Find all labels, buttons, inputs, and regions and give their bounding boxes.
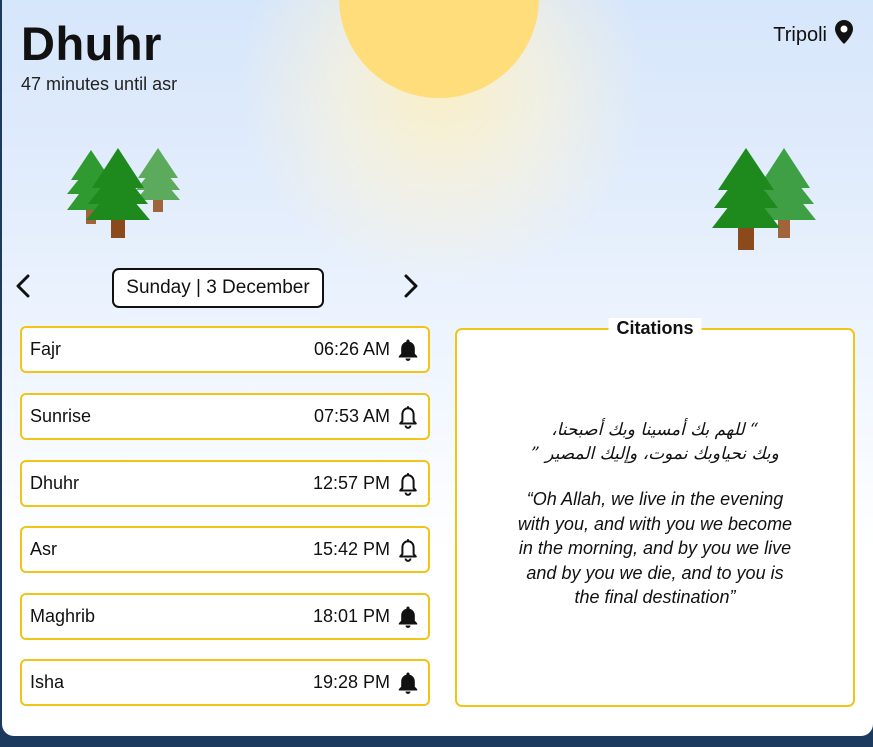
bell-filled-icon[interactable] <box>396 671 420 695</box>
prayer-name: Sunrise <box>30 406 92 426</box>
prayer-row-dhuhr: Dhuhr 12:57 PM <box>20 460 430 507</box>
arabic-citation-line: “ للهم بك أمسينا وبك أصبحنا، <box>551 420 759 440</box>
prayer-row-maghrib: Maghrib 18:01 PM <box>20 593 430 640</box>
prayer-time: 12:57 PM <box>312 473 390 493</box>
prayer-time: 06:26 AM <box>313 339 390 359</box>
countdown-text: 47 minutes until asr <box>21 74 178 94</box>
trees-left-illustration <box>67 148 180 238</box>
english-citation: “Oh Allah, we live in the evening with y… <box>517 489 793 607</box>
current-prayer-title: Dhuhr <box>21 17 162 70</box>
date-display[interactable]: Sunday | 3 December <box>112 268 324 308</box>
prayer-row-asr: Asr 15:42 PM <box>20 526 430 573</box>
citations-title: Citations <box>608 318 702 339</box>
bell-outline-icon[interactable] <box>396 405 420 429</box>
location-label: Tripoli <box>773 23 827 46</box>
chevron-left-icon <box>15 274 31 303</box>
prayer-time: 18:01 PM <box>312 606 390 626</box>
bell-outline-icon[interactable] <box>396 538 420 562</box>
trees-right-illustration <box>712 148 816 250</box>
prayer-row-sunrise: Sunrise 07:53 AM <box>20 393 430 440</box>
citations-panel: Citations “ للهم بك أمسينا وبك أصبحنا، و… <box>455 318 855 707</box>
prayer-time: 15:42 PM <box>312 539 390 559</box>
arabic-citation-line: وبك نحياوبك نموت، وإليك المصير ” <box>531 444 779 464</box>
bell-outline-icon[interactable] <box>396 472 420 496</box>
prayer-name: Asr <box>30 539 57 559</box>
prayer-name: Maghrib <box>30 606 96 626</box>
prayer-times-app: Dhuhr 47 minutes until asr Tripoli Sunda… <box>2 0 873 736</box>
prev-day-button[interactable] <box>10 274 36 302</box>
location-pin-icon <box>835 20 853 50</box>
arabic-citation: “ للهم بك أمسينا وبك أصبحنا، وبك نحياوبك… <box>497 418 813 466</box>
prayer-row-isha: Isha 19:28 PM <box>20 659 430 706</box>
prayer-name: Fajr <box>30 339 61 359</box>
bell-filled-icon[interactable] <box>396 338 420 362</box>
location-button[interactable]: Tripoli <box>773 20 853 50</box>
prayer-time: 19:28 PM <box>312 672 390 692</box>
bell-filled-icon[interactable] <box>396 605 420 629</box>
chevron-right-icon <box>403 274 419 303</box>
prayer-name: Dhuhr <box>30 473 80 493</box>
prayer-name: Isha <box>30 672 65 692</box>
prayer-time: 07:53 AM <box>313 406 390 426</box>
next-day-button[interactable] <box>398 274 424 302</box>
prayer-row-fajr: Fajr 06:26 AM <box>20 326 430 373</box>
